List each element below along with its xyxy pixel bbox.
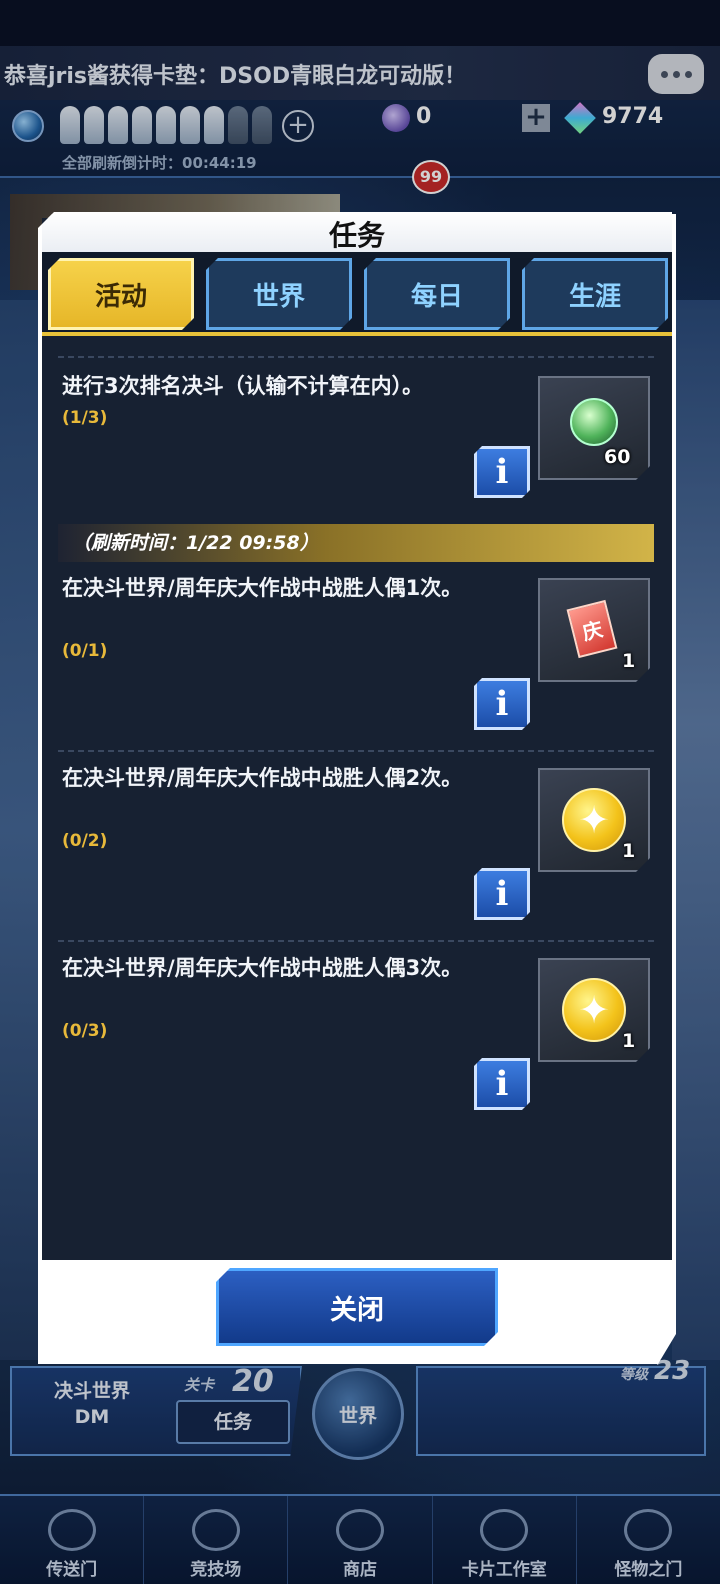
orb-icon — [570, 398, 618, 446]
close-button[interactable]: 关闭 — [216, 1268, 498, 1346]
info-button[interactable]: i — [474, 1058, 530, 1110]
ticket-glyph: 庆 — [579, 616, 605, 645]
refresh-time-banner: （刷新时间：1/22 09:58） — [58, 524, 654, 562]
info-button[interactable]: i — [474, 678, 530, 730]
quest-progress: (0/1) — [62, 641, 108, 661]
tab-world[interactable]: 世界 — [206, 258, 352, 330]
modal-title: 任务 — [328, 219, 385, 252]
reward-quantity: 60 — [604, 446, 631, 468]
info-button[interactable]: i — [474, 868, 530, 920]
quest-progress: (0/2) — [62, 831, 108, 851]
reward-quantity: 1 — [622, 1030, 636, 1052]
quest-description: 进行3次排名决斗（认输不计算在内）。 — [62, 374, 424, 398]
reward-quantity: 1 — [622, 650, 636, 672]
list-divider — [58, 356, 654, 358]
quest-progress: (0/3) — [62, 1021, 108, 1041]
quest-description: 在决斗世界/周年庆大作战中战胜人偶2次。 — [62, 766, 463, 790]
quest-description: 在决斗世界/周年庆大作战中战胜人偶3次。 — [62, 956, 463, 980]
quest-progress: (1/3) — [62, 408, 108, 428]
list-divider — [58, 940, 654, 942]
tab-career[interactable]: 生涯 — [522, 258, 668, 330]
quest-description: 在决斗世界/周年庆大作战中战胜人偶1次。 — [62, 576, 463, 600]
tab-event[interactable]: 活动 — [48, 258, 194, 330]
reward-quantity: 1 — [622, 840, 636, 862]
tab-daily[interactable]: 每日 — [364, 258, 510, 330]
gold-star-icon: ✦ — [562, 978, 626, 1042]
list-divider — [58, 750, 654, 752]
gold-star-icon: ✦ — [562, 788, 626, 852]
info-button[interactable]: i — [474, 446, 530, 498]
